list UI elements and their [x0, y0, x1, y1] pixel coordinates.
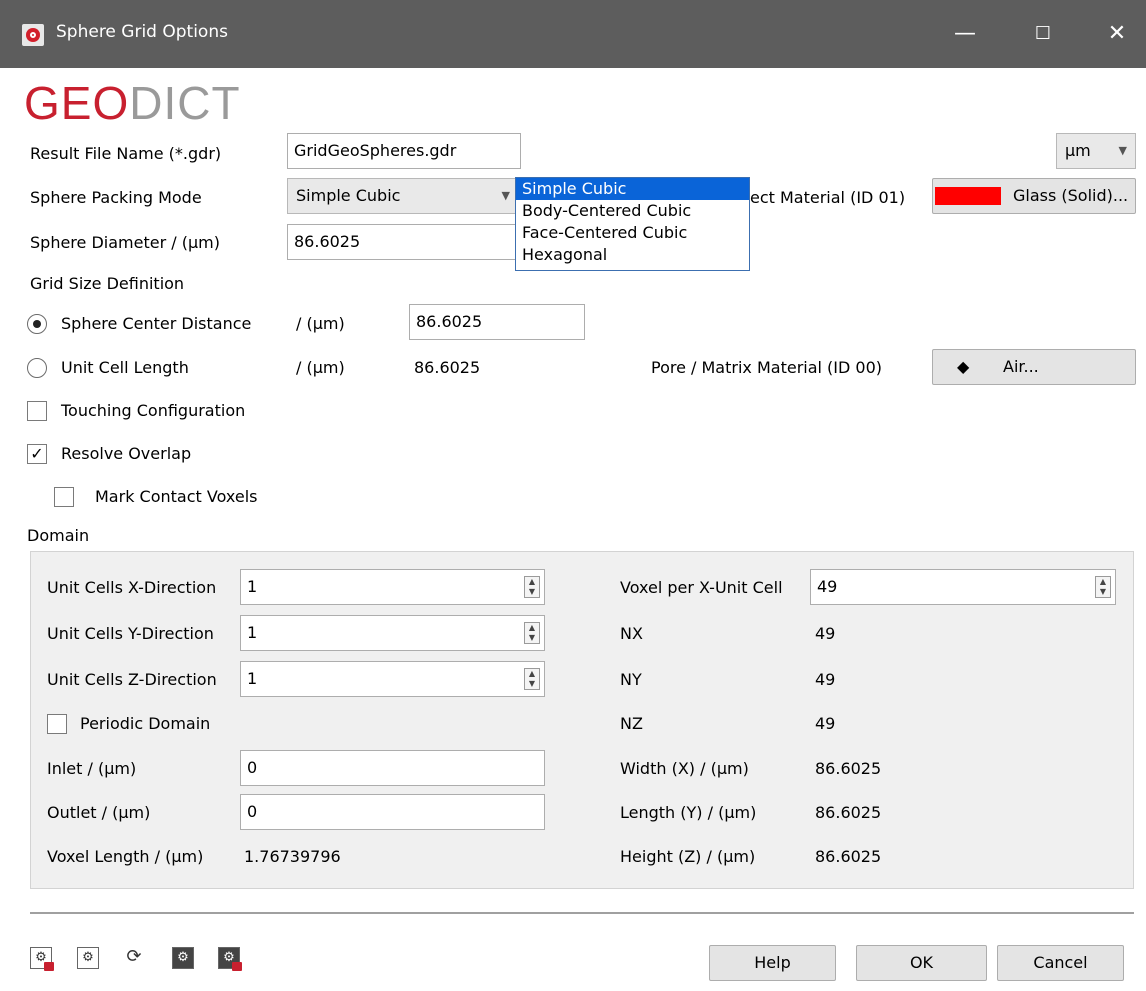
width-label: Width (X) / (µm) [620, 759, 749, 778]
ny-label: NY [620, 670, 642, 689]
spin-arrows-icon[interactable]: ▲ ▼ [524, 668, 540, 690]
droplet-icon: ◆ [957, 357, 970, 376]
nz-label: NZ [620, 714, 643, 733]
cells-x-label: Unit Cells X-Direction [47, 578, 217, 597]
length-label: Length (Y) / (µm) [620, 803, 757, 822]
packing-option-body-centered-cubic[interactable]: Body-Centered Cubic [516, 200, 749, 222]
height-label: Height (Z) / (µm) [620, 847, 756, 866]
center-distance-label: Sphere Center Distance [61, 314, 252, 333]
ny-value: 49 [815, 670, 836, 689]
result-file-input[interactable]: GridGeoSpheres.gdr [287, 133, 521, 169]
object-material-label: ect Material (ID 01) [750, 188, 906, 207]
mark-contact-label: Mark Contact Voxels [95, 487, 258, 506]
voxel-per-x-spinbox[interactable]: 49 ▲ ▼ [810, 569, 1116, 605]
length-value: 86.6025 [815, 803, 882, 822]
nx-value: 49 [815, 624, 836, 643]
cells-x-spinbox[interactable]: 1 ▲ ▼ [240, 569, 545, 605]
sphere-diameter-input[interactable]: 86.6025 [287, 224, 517, 260]
cells-y-spinbox[interactable]: 1 ▲ ▼ [240, 615, 545, 651]
mark-contact-checkbox[interactable] [54, 487, 74, 507]
spin-arrows-icon[interactable]: ▲ ▼ [524, 576, 540, 598]
reset-settings-icon[interactable]: ⟳ [123, 947, 145, 969]
packing-mode-select[interactable]: Simple Cubic ▼ [287, 178, 519, 214]
cells-z-spinbox[interactable]: 1 ▲ ▼ [240, 661, 545, 697]
minimize-button[interactable]: — [942, 14, 988, 54]
height-value: 86.6025 [815, 847, 882, 866]
footer-separator [30, 912, 1134, 914]
geodict-logo: GEODICT [24, 77, 241, 129]
periodic-label: Periodic Domain [80, 714, 211, 733]
width-value: 86.6025 [815, 759, 882, 778]
unit-cell-length-radio[interactable] [27, 358, 47, 378]
voxel-per-x-label: Voxel per X-Unit Cell [620, 578, 783, 597]
grid-size-heading: Grid Size Definition [30, 274, 185, 293]
window-title: Sphere Grid Options [56, 22, 228, 42]
close-button[interactable]: ✕ [1094, 14, 1140, 54]
nx-label: NX [620, 624, 643, 643]
domain-heading: Domain [27, 526, 90, 545]
sphere-diameter-label: Sphere Diameter / (µm) [30, 233, 220, 252]
lock-settings-icon[interactable]: ⚙ [218, 947, 242, 971]
resolve-overlap-label: Resolve Overlap [61, 444, 192, 463]
unit-cell-length-unit: / (µm) [296, 358, 345, 377]
cells-y-label: Unit Cells Y-Direction [47, 624, 214, 643]
voxel-length-label: Voxel Length / (µm) [47, 847, 204, 866]
packing-mode-dropdown: Simple Cubic Body-Centered Cubic Face-Ce… [515, 177, 750, 271]
packing-option-simple-cubic[interactable]: Simple Cubic [516, 178, 749, 200]
pore-material-label: Pore / Matrix Material (ID 00) [651, 358, 883, 377]
cancel-button[interactable]: Cancel [997, 945, 1124, 981]
packing-mode-label: Sphere Packing Mode [30, 188, 202, 207]
unit-cell-length-value: 86.6025 [414, 358, 481, 377]
packing-option-face-centered-cubic[interactable]: Face-Centered Cubic [516, 222, 749, 244]
load-settings-icon[interactable]: ⚙ [30, 947, 54, 971]
app-icon [22, 24, 44, 46]
outlet-label: Outlet / (µm) [47, 803, 151, 822]
unit-cell-length-label: Unit Cell Length [61, 358, 189, 377]
voxel-length-value: 1.76739796 [244, 847, 341, 866]
cells-z-label: Unit Cells Z-Direction [47, 670, 217, 689]
inlet-label: Inlet / (µm) [47, 759, 137, 778]
spin-arrows-icon[interactable]: ▲ ▼ [524, 622, 540, 644]
result-file-label: Result File Name (*.gdr) [30, 144, 222, 163]
save-settings-icon[interactable]: ⚙ [77, 947, 99, 969]
center-distance-radio[interactable] [27, 314, 47, 334]
chevron-down-icon: ▼ [501, 189, 510, 202]
macro-record-icon[interactable]: ⚙ [172, 947, 194, 969]
center-distance-input[interactable]: 86.6025 [409, 304, 585, 340]
resolve-overlap-checkbox[interactable]: ✓ [27, 444, 47, 464]
outlet-input[interactable]: 0 [240, 794, 545, 830]
spin-arrows-icon[interactable]: ▲ ▼ [1095, 576, 1111, 598]
nz-value: 49 [815, 714, 836, 733]
touching-checkbox[interactable] [27, 401, 47, 421]
packing-option-hexagonal[interactable]: Hexagonal [516, 244, 749, 266]
ok-button[interactable]: OK [856, 945, 987, 981]
inlet-input[interactable]: 0 [240, 750, 545, 786]
touching-label: Touching Configuration [61, 401, 246, 420]
maximize-button[interactable]: ☐ [1020, 14, 1066, 54]
help-button[interactable]: Help [709, 945, 836, 981]
object-material-button[interactable]: Glass (Solid)... [932, 178, 1136, 214]
pore-material-button[interactable]: ◆ Air... [932, 349, 1136, 385]
chevron-down-icon: ▼ [1118, 144, 1127, 157]
material-color-swatch [935, 187, 1001, 205]
unit-select[interactable]: µm ▼ [1056, 133, 1136, 169]
title-bar: Sphere Grid Options — ☐ ✕ [0, 0, 1146, 68]
periodic-checkbox[interactable] [47, 714, 67, 734]
center-distance-unit: / (µm) [296, 314, 345, 333]
